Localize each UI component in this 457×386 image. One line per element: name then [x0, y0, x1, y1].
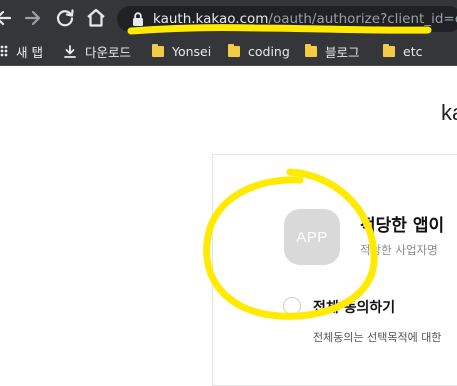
- url-host: kauth.kakao.com: [153, 11, 269, 27]
- apps-grid-icon: [0, 45, 8, 57]
- app-icon: APP: [284, 209, 340, 265]
- download-icon: [64, 44, 76, 58]
- bookmark-label: etc: [403, 43, 423, 59]
- forward-arrow-icon[interactable]: [21, 6, 45, 30]
- back-arrow-icon[interactable]: [0, 6, 16, 30]
- bookmark-downloads[interactable]: 다운로드: [64, 42, 131, 60]
- kakao-logo: ka: [441, 100, 457, 125]
- url-text: kauth.kakao.com/oauth/authorize?client_i…: [153, 11, 457, 27]
- folder-icon: [228, 43, 240, 57]
- bookmark-folder-blog[interactable]: 블로그: [305, 42, 360, 60]
- bookmark-label: Yonsei: [172, 43, 212, 59]
- page-content: ka APP 적당한 앱이 적당한 사업자명 전체 동의하기 전체동의는 선택목…: [0, 66, 457, 386]
- bookmark-label: 다운로드: [85, 44, 132, 60]
- app-name: 적당한 앱이: [360, 216, 445, 236]
- url-path: /oauth/authorize?client_id=eee: [268, 11, 457, 27]
- bookmark-label: 새 탭: [16, 44, 43, 60]
- folder-icon: [152, 43, 164, 57]
- consent-card: APP 적당한 앱이 적당한 사업자명 전체 동의하기 전체동의는 선택목적에 …: [212, 154, 457, 386]
- bookmark-new-tab[interactable]: 새 탭: [0, 42, 43, 60]
- folder-icon: [305, 43, 317, 57]
- address-bar[interactable]: kauth.kakao.com/oauth/authorize?client_i…: [117, 6, 457, 32]
- bookmark-label: 블로그: [325, 44, 360, 60]
- bookmark-folder-yonsei[interactable]: Yonsei: [152, 42, 211, 60]
- bookmark-folder-coding[interactable]: coding: [228, 42, 290, 60]
- bookmarks-bar: 새 탭 다운로드 Yonsei coding 블로그 etc: [0, 37, 457, 66]
- bookmark-folder-etc[interactable]: etc: [383, 42, 422, 60]
- agree-all-label[interactable]: 전체 동의하기: [313, 297, 395, 317]
- agree-all-description: 전체동의는 선택목적에 대한: [313, 331, 442, 344]
- home-icon[interactable]: [84, 6, 108, 30]
- folder-icon: [383, 43, 395, 57]
- bookmark-label: coding: [248, 43, 290, 59]
- agree-all-checkbox[interactable]: [283, 297, 301, 315]
- reload-icon[interactable]: [53, 6, 77, 30]
- lock-icon[interactable]: [131, 11, 145, 27]
- company-name: 적당한 사업자명: [360, 243, 438, 257]
- browser-toolbar: kauth.kakao.com/oauth/authorize?client_i…: [0, 0, 457, 37]
